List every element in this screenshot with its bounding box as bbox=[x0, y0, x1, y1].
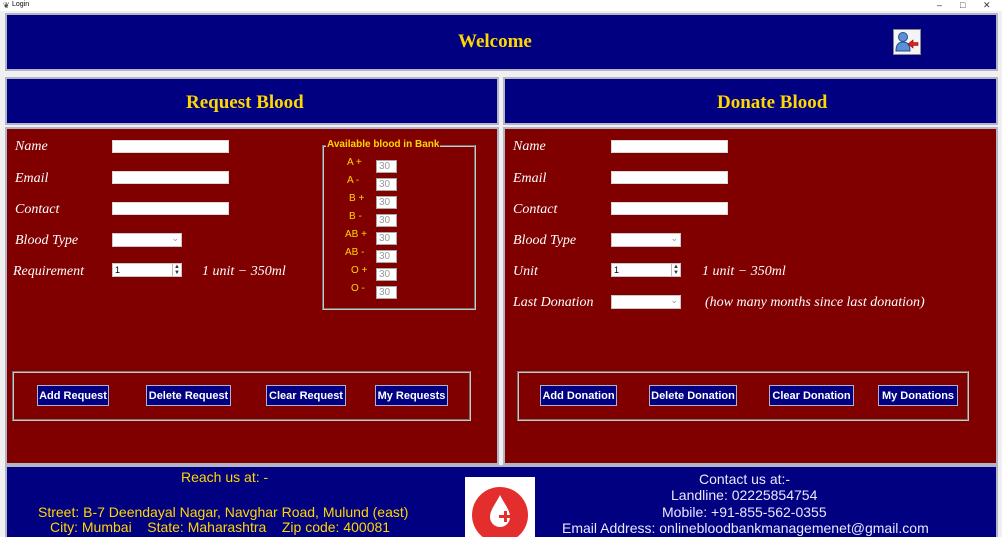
minimize-icon[interactable]: – bbox=[937, 0, 942, 11]
request-unit-note: 1 unit − 350ml bbox=[202, 264, 286, 279]
blood-stock-value: 30 bbox=[376, 250, 397, 263]
blood-stock-value: 30 bbox=[376, 196, 397, 209]
blood-stock-value: 30 bbox=[376, 268, 397, 281]
add-request-button[interactable]: Add Request bbox=[37, 385, 109, 406]
donate-name-input[interactable] bbox=[611, 140, 728, 153]
request-contact-input[interactable] bbox=[112, 202, 229, 215]
window-titlebar: ❦ Login – □ ✕ bbox=[0, 0, 1002, 11]
donate-form: Name Email Contact Blood Type ⌄ Unit 1 ▲… bbox=[503, 127, 998, 465]
delete-donation-button[interactable]: Delete Donation bbox=[649, 385, 737, 406]
blood-stock-value: 30 bbox=[376, 160, 397, 173]
blood-type-label: O - bbox=[351, 283, 365, 294]
donate-blood-type-label: Blood Type bbox=[513, 233, 577, 248]
donate-unit-label: Unit bbox=[513, 264, 538, 279]
blood-type-label: A - bbox=[347, 175, 360, 186]
welcome-title: Welcome bbox=[458, 31, 532, 52]
welcome-header: Welcome bbox=[5, 13, 998, 71]
blood-type-label: AB + bbox=[345, 229, 367, 240]
request-blood-title: Request Blood bbox=[186, 92, 304, 113]
available-blood-group: Available blood in Bank bbox=[322, 139, 476, 310]
clear-request-button[interactable]: Clear Request bbox=[266, 385, 346, 406]
donate-unit-value: 1 bbox=[614, 265, 620, 275]
city-state-zip: City: Mumbai State: Maharashtra Zip code… bbox=[50, 519, 391, 535]
close-icon[interactable]: ✕ bbox=[983, 0, 991, 11]
request-contact-label: Contact bbox=[15, 202, 60, 217]
chevron-down-icon: ⌄ bbox=[670, 295, 678, 305]
request-name-input[interactable] bbox=[112, 140, 229, 153]
maximize-icon[interactable]: □ bbox=[960, 0, 965, 11]
blood-type-label: B + bbox=[349, 193, 365, 204]
contact-us-title: Contact us at:- bbox=[699, 471, 791, 487]
request-requirement-value: 1 bbox=[115, 265, 121, 275]
last-donation-note: (how many months since last donation) bbox=[705, 295, 925, 310]
available-blood-title: Available blood in Bank bbox=[326, 139, 441, 150]
last-donation-select[interactable]: ⌄ bbox=[611, 295, 681, 309]
donate-email-input[interactable] bbox=[611, 171, 728, 184]
chevron-down-icon: ⌄ bbox=[171, 233, 179, 243]
window-title: Login bbox=[12, 1, 30, 8]
my-donations-button[interactable]: My Donations bbox=[878, 385, 958, 406]
email-address: Email Address: onlinebloodbankmanagemene… bbox=[562, 520, 929, 536]
request-requirement-spinbox[interactable]: 1 ▲ ▼ bbox=[112, 263, 182, 277]
donate-blood-title: Donate Blood bbox=[717, 92, 828, 113]
blood-type-label: O + bbox=[351, 265, 368, 276]
blood-type-label: B - bbox=[349, 211, 362, 222]
delete-request-button[interactable]: Delete Request bbox=[146, 385, 231, 406]
request-form: Name Email Contact Blood Type ⌄ Requirem… bbox=[5, 127, 499, 465]
request-email-label: Email bbox=[15, 171, 49, 186]
request-requirement-label: Requirement bbox=[13, 264, 85, 279]
blood-stock-value: 30 bbox=[376, 214, 397, 227]
my-requests-button[interactable]: My Requests bbox=[375, 385, 448, 406]
spin-arrows-icon[interactable]: ▲ ▼ bbox=[172, 264, 181, 276]
blood-type-label: AB - bbox=[345, 247, 365, 258]
reach-us-title: Reach us at: - bbox=[181, 469, 269, 485]
donate-contact-label: Contact bbox=[513, 202, 558, 217]
request-blood-type-select[interactable]: ⌄ bbox=[112, 233, 182, 247]
donate-unit-spinbox[interactable]: 1 ▲ ▼ bbox=[611, 263, 681, 277]
blood-stock-value: 30 bbox=[376, 232, 397, 245]
blood-stock-value: 30 bbox=[376, 178, 397, 191]
blood-stock-value: 30 bbox=[376, 286, 397, 299]
add-donation-button[interactable]: Add Donation bbox=[540, 385, 617, 406]
donate-blood-type-select[interactable]: ⌄ bbox=[611, 233, 681, 247]
last-donation-label: Last Donation bbox=[513, 295, 594, 310]
chevron-down-icon: ⌄ bbox=[670, 233, 678, 243]
feather-icon: ❦ bbox=[3, 1, 10, 10]
request-name-label: Name bbox=[15, 139, 48, 154]
street-address: Street: B-7 Deendayal Nagar, Navghar Roa… bbox=[38, 504, 409, 520]
request-email-input[interactable] bbox=[112, 171, 229, 184]
donate-contact-input[interactable] bbox=[611, 202, 728, 215]
user-logout-icon[interactable] bbox=[893, 29, 921, 55]
request-blood-type-label: Blood Type bbox=[15, 233, 79, 248]
clear-donation-button[interactable]: Clear Donation bbox=[769, 385, 854, 406]
landline: Landline: 02225854754 bbox=[671, 487, 818, 503]
spin-arrows-icon[interactable]: ▲ ▼ bbox=[671, 264, 680, 276]
blood-drop-logo-icon bbox=[465, 477, 535, 537]
donate-name-label: Name bbox=[513, 139, 546, 154]
donate-email-label: Email bbox=[513, 171, 547, 186]
blood-type-label: A + bbox=[347, 157, 362, 168]
mobile: Mobile: +91-855-562-0355 bbox=[662, 504, 827, 520]
donate-unit-note: 1 unit − 350ml bbox=[702, 264, 786, 279]
request-blood-header: Request Blood bbox=[5, 77, 499, 125]
donate-blood-header: Donate Blood bbox=[503, 77, 998, 125]
